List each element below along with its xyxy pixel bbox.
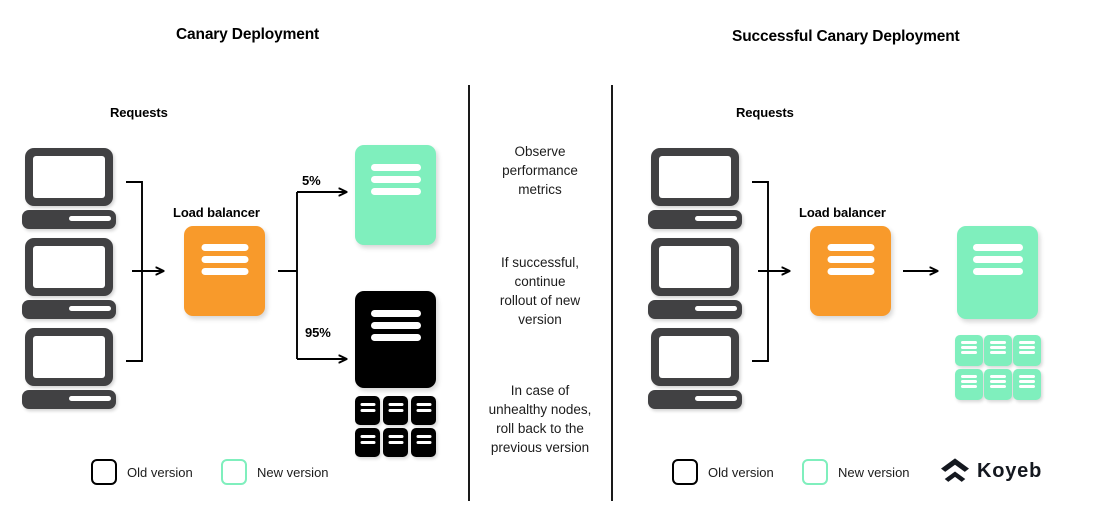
divider-left: [468, 85, 470, 501]
right-load-balancer-card: [810, 226, 891, 316]
right-new-node-1: [955, 335, 983, 366]
right-client-monitor-3: [648, 328, 744, 410]
right-requests-label: Requests: [736, 105, 794, 120]
monitor-screen-icon: [25, 238, 113, 296]
left-requests-label: Requests: [110, 105, 168, 120]
right-client-monitor-2: [648, 238, 744, 320]
koyeb-wordmark: Koyeb: [977, 459, 1043, 482]
left-old-node-2: [383, 396, 408, 425]
left-client-monitor-1: [22, 148, 118, 230]
legend-label-old: Old version: [127, 464, 193, 480]
right-new-node-4: [955, 369, 983, 400]
right-new-node-6: [1013, 369, 1041, 400]
center-note-observe: Observe performance metrics: [502, 144, 578, 197]
monitor-screen-icon: [651, 328, 739, 386]
left-panel-title: Canary Deployment: [176, 26, 320, 43]
right-new-node-3: [1013, 335, 1041, 366]
right-new-node-5: [984, 369, 1012, 400]
legend-swatch-old-icon: [672, 459, 698, 485]
left-old-node-1: [355, 396, 380, 425]
right-client-bracket: [752, 181, 789, 362]
legend-label-new: New version: [838, 464, 910, 480]
right-new-node-2: [984, 335, 1012, 366]
left-old-version-card: [355, 291, 436, 388]
left-legend-new-version: New version: [221, 459, 329, 485]
left-client-monitor-3: [22, 328, 118, 410]
left-old-node-3: [411, 396, 436, 425]
left-old-node-4: [355, 428, 380, 457]
service-bars-icon: [972, 244, 1023, 275]
left-old-node-5: [383, 428, 408, 457]
left-client-bracket: [126, 181, 163, 362]
left-old-node-6: [411, 428, 436, 457]
koyeb-chevron-logo-icon: [941, 458, 969, 482]
center-note-rollback: In case of unhealthy nodes, roll back to…: [488, 383, 592, 455]
monitor-screen-icon: [25, 148, 113, 206]
left-load-balancer-label: Load balancer: [173, 205, 260, 220]
monitor-base-icon: [648, 390, 742, 409]
legend-swatch-old-icon: [91, 459, 117, 485]
right-load-balancer-label: Load balancer: [799, 205, 886, 220]
legend-label-old: Old version: [708, 464, 774, 480]
center-note-rollout: If successful, continue rollout of new v…: [499, 255, 581, 327]
monitor-base-icon: [648, 210, 742, 229]
service-bars-icon: [201, 244, 248, 275]
legend-label-new: New version: [257, 464, 329, 480]
monitor-base-icon: [22, 300, 116, 319]
monitor-base-icon: [648, 300, 742, 319]
left-legend-old-version: Old version: [91, 459, 193, 485]
left-load-balancer-card: [184, 226, 265, 316]
left-split-label-5: 5%: [302, 173, 321, 188]
divider-right: [611, 85, 613, 501]
legend-swatch-new-icon: [221, 459, 247, 485]
right-new-version-card: [957, 226, 1038, 319]
service-bars-icon: [827, 244, 874, 275]
left-new-version-card: [355, 145, 436, 245]
legend-swatch-new-icon: [802, 459, 828, 485]
koyeb-brand: Koyeb: [940, 457, 1042, 485]
monitor-base-icon: [22, 210, 116, 229]
monitor-base-icon: [22, 390, 116, 409]
service-bars-icon: [370, 164, 421, 195]
diagram-canvas: Canary Deployment Requests Load balancer…: [0, 0, 1102, 514]
right-legend-old-version: Old version: [672, 459, 774, 485]
left-client-monitor-2: [22, 238, 118, 320]
right-legend-new-version: New version: [802, 459, 910, 485]
monitor-screen-icon: [25, 328, 113, 386]
monitor-screen-icon: [651, 148, 739, 206]
left-split-label-95: 95%: [305, 325, 331, 340]
right-client-monitor-1: [648, 148, 744, 230]
monitor-screen-icon: [651, 238, 739, 296]
right-panel-title: Successful Canary Deployment: [732, 28, 960, 45]
service-bars-icon: [370, 310, 421, 341]
